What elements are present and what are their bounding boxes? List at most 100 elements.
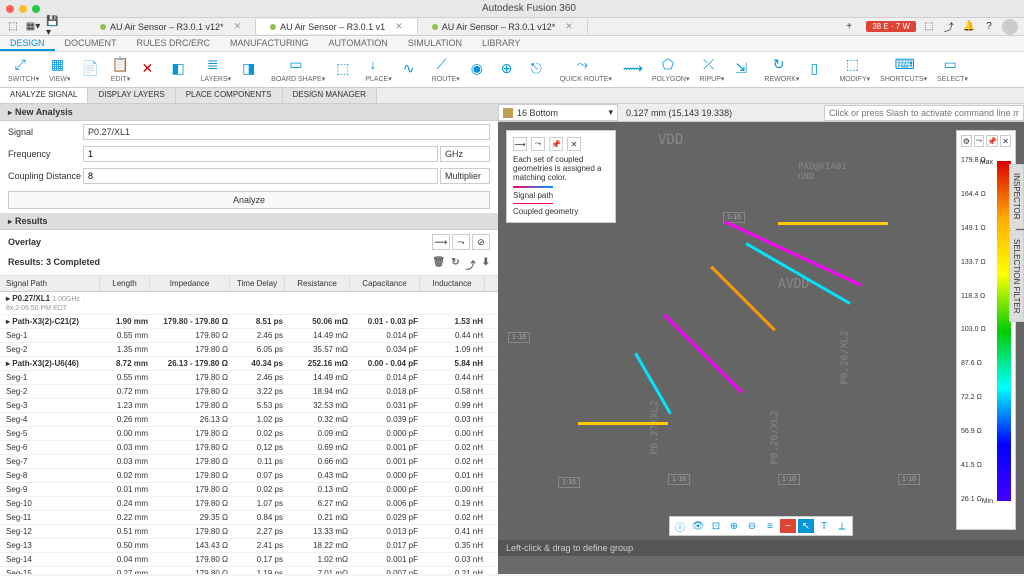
window-max[interactable] xyxy=(32,5,40,13)
overlay-path-icon[interactable]: ⟿ xyxy=(432,234,450,250)
panel-tab[interactable]: ANALYZE SIGNAL xyxy=(0,88,88,103)
analyze-button[interactable]: Analyze xyxy=(8,191,490,209)
freq-unit[interactable]: GHz xyxy=(440,146,490,162)
ribbon-tab[interactable]: DESIGN xyxy=(0,36,55,51)
command-input[interactable] xyxy=(824,105,1024,121)
zoom-in-icon[interactable]: ⊕ xyxy=(726,519,742,533)
doc-tab[interactable]: AU Air Sensor – R3.0.1 v12* ✕ xyxy=(86,19,256,34)
drc-badge[interactable]: 38 E · 7 W xyxy=(866,21,916,32)
overlay-impedance-icon[interactable]: ⤳ xyxy=(452,234,470,250)
pcb-canvas[interactable]: VDD PAD@VIA01GND AVDD P0.26/XL2 P0.27/XL… xyxy=(498,122,1024,556)
ribbon-tool[interactable]: 📄 xyxy=(77,58,105,81)
new-analysis-header[interactable]: New Analysis xyxy=(0,104,498,121)
table-row[interactable]: Seg-31.23 mm179.80 Ω5.53 ps32.53 mΩ0.031… xyxy=(0,399,498,413)
info-icon[interactable]: ⓘ xyxy=(672,519,688,533)
zoom-fit-icon[interactable]: ⊡ xyxy=(708,519,724,533)
freq-input[interactable] xyxy=(83,146,438,162)
window-min[interactable] xyxy=(19,5,27,13)
table-row[interactable]: Seg-120.51 mm179.80 Ω2.27 ps13.33 mΩ0.01… xyxy=(0,525,498,539)
ribbon-SHORTCUTS[interactable]: ⌨SHORTCUTS▾ xyxy=(876,54,931,85)
scale-gear-icon[interactable]: ⚙ xyxy=(961,135,972,147)
home-icon[interactable]: ⬚ xyxy=(6,20,20,34)
table-row[interactable]: Seg-80.02 mm179.80 Ω0.07 ps0.43 mΩ0.000 … xyxy=(0,469,498,483)
doc-tab[interactable]: AU Air Sensor – R3.0.1 v1 ✕ xyxy=(256,19,418,34)
table-row[interactable]: Seg-40.26 mm26.13 Ω1.02 ps0.32 mΩ0.039 p… xyxy=(0,413,498,427)
table-row[interactable]: Seg-20.72 mm179.80 Ω3.22 ps18.94 mΩ0.018… xyxy=(0,385,498,399)
legend-couple-icon[interactable]: ⤳ xyxy=(531,137,545,151)
layer-select[interactable]: 16 Bottom▾ xyxy=(498,104,618,121)
signal-select[interactable]: P0.27/XL1 xyxy=(83,124,490,140)
eye-icon[interactable]: 👁 xyxy=(690,519,706,533)
results-header[interactable]: Results xyxy=(0,213,498,230)
ribbon-VIEW[interactable]: ▦VIEW▾ xyxy=(45,54,74,85)
table-row[interactable]: Seg-150.27 mm179.80 Ω1.19 ps7.01 mΩ0.007… xyxy=(0,567,498,574)
bell-icon[interactable]: 🔔 xyxy=(962,20,976,34)
inspector-tab[interactable]: INSPECTOR xyxy=(1009,164,1024,229)
ribbon-POLYGON[interactable]: ⬠POLYGON▾ xyxy=(648,54,694,85)
table-row[interactable]: Seg-100.24 mm179.80 Ω1.07 ps6.27 mΩ0.006… xyxy=(0,497,498,511)
scale-scope-icon[interactable]: ⤳ xyxy=(974,135,985,147)
selection-filter-tab[interactable]: SELECTION FILTER xyxy=(1009,230,1024,323)
scale-close-icon[interactable]: ✕ xyxy=(1000,135,1011,147)
ribbon-tool[interactable]: ⎋ xyxy=(526,58,554,81)
table-row[interactable]: Seg-10.55 mm179.80 Ω2.46 ps14.49 mΩ0.014… xyxy=(0,371,498,385)
ribbon-SWITCH[interactable]: ⤢SWITCH▾ xyxy=(4,54,43,85)
ribbon-EDIT[interactable]: 📋EDIT▾ xyxy=(107,54,135,85)
panel-tab[interactable]: PLACE COMPONENTS xyxy=(176,88,283,103)
ribbon-tab[interactable]: MANUFACTURING xyxy=(220,36,319,51)
refresh-icon[interactable]: ↻ xyxy=(451,257,459,272)
table-row[interactable]: Seg-140.04 mm179.80 Ω0.17 ps1.02 mΩ0.001… xyxy=(0,553,498,567)
doc-tab[interactable]: AU Air Sensor – R3.0.1 v12* ✕ xyxy=(418,19,588,34)
user-icon[interactable] xyxy=(1002,19,1018,35)
ribbon-tab[interactable]: RULES DRC/ERC xyxy=(127,36,221,51)
table-row[interactable]: Seg-21.35 mm179.80 Ω6.05 ps35.57 mΩ0.034… xyxy=(0,343,498,357)
zoom-out-icon[interactable]: ⊖ xyxy=(744,519,760,533)
table-row[interactable]: Seg-70.03 mm179.80 Ω0.11 ps0.66 mΩ0.001 … xyxy=(0,455,498,469)
ribbon-tool[interactable]: ✕ xyxy=(137,58,165,81)
new-tab[interactable]: + xyxy=(842,20,856,34)
ribbon-LAYERS[interactable]: ≣LAYERS▾ xyxy=(197,54,236,85)
ribbon-tool[interactable]: ⬚ xyxy=(331,58,359,81)
overlay-none-icon[interactable]: ⊘ xyxy=(472,234,490,250)
scale-pin-icon[interactable]: 📌 xyxy=(986,135,998,147)
legend-path-icon[interactable]: ⟿ xyxy=(513,137,527,151)
ribbon-BOARD SHAPE[interactable]: ▭BOARD SHAPE▾ xyxy=(267,54,329,85)
cursor-icon[interactable]: ↖ xyxy=(798,519,814,533)
ribbon-tool[interactable]: ⟿ xyxy=(618,58,646,81)
file-menu[interactable]: ▦▾ xyxy=(26,20,40,34)
table-row[interactable]: ▸ Path-X3(2)-C21(2)1.90 mm179.80 - 179.8… xyxy=(0,315,498,329)
coupling-unit[interactable]: Multiplier xyxy=(440,168,490,184)
export-icon[interactable]: ⤴ xyxy=(466,257,476,272)
save-icon[interactable]: 💾▾ xyxy=(46,20,60,34)
text-icon[interactable]: T xyxy=(816,519,832,533)
ribbon-MODIFY[interactable]: ⬚MODIFY▾ xyxy=(835,54,874,85)
ribbon-tool[interactable]: ◨ xyxy=(237,58,265,81)
ribbon-tab[interactable]: LIBRARY xyxy=(472,36,530,51)
ribbon-QUICK ROUTE[interactable]: ⤳QUICK ROUTE▾ xyxy=(556,54,616,85)
ribbon-tool[interactable]: ◉ xyxy=(466,58,494,81)
ribbon-RIPUP[interactable]: ⤫RIPUP▾ xyxy=(696,54,729,85)
ribbon-tab[interactable]: AUTOMATION xyxy=(319,36,398,51)
ribbon-REWORK[interactable]: ↻REWORK▾ xyxy=(760,54,803,85)
ribbon-tab[interactable]: SIMULATION xyxy=(398,36,472,51)
delete-icon[interactable]: 🗑 xyxy=(433,257,446,272)
legend-close-icon[interactable]: ✕ xyxy=(567,137,581,151)
ribbon-tool[interactable]: ▯ xyxy=(805,58,833,81)
table-row[interactable]: Seg-60.03 mm179.80 Ω0.12 ps0.69 mΩ0.001 … xyxy=(0,441,498,455)
ribbon-SELECT[interactable]: ▭SELECT▾ xyxy=(933,54,972,85)
legend-pin-icon[interactable]: 📌 xyxy=(549,137,563,151)
ext-icon[interactable]: ⬚ xyxy=(922,20,936,34)
table-row[interactable]: ▸ Path-X3(2)-U6(46)8.72 mm26.13 - 179.80… xyxy=(0,357,498,371)
coupling-input[interactable] xyxy=(83,168,438,184)
table-row[interactable]: Seg-10.55 mm179.80 Ω2.46 ps14.49 mΩ0.014… xyxy=(0,329,498,343)
panel-tab[interactable]: DESIGN MANAGER xyxy=(283,88,377,103)
table-row[interactable]: Seg-50.00 mm179.80 Ω0.02 ps0.09 mΩ0.000 … xyxy=(0,427,498,441)
panel-tab[interactable]: DISPLAY LAYERS xyxy=(88,88,175,103)
help-icon[interactable]: ? xyxy=(982,20,996,34)
ribbon-ROUTE[interactable]: ⟋ROUTE▾ xyxy=(428,54,464,85)
ribbon-tool[interactable]: ⊕ xyxy=(496,58,524,81)
ribbon-tool[interactable]: ∿ xyxy=(398,58,426,81)
minus-icon[interactable]: − xyxy=(780,519,796,533)
ribbon-tool[interactable]: ⇲ xyxy=(730,58,758,81)
table-row[interactable]: Seg-130.50 mm143.43 Ω2.41 ps18.22 mΩ0.01… xyxy=(0,539,498,553)
